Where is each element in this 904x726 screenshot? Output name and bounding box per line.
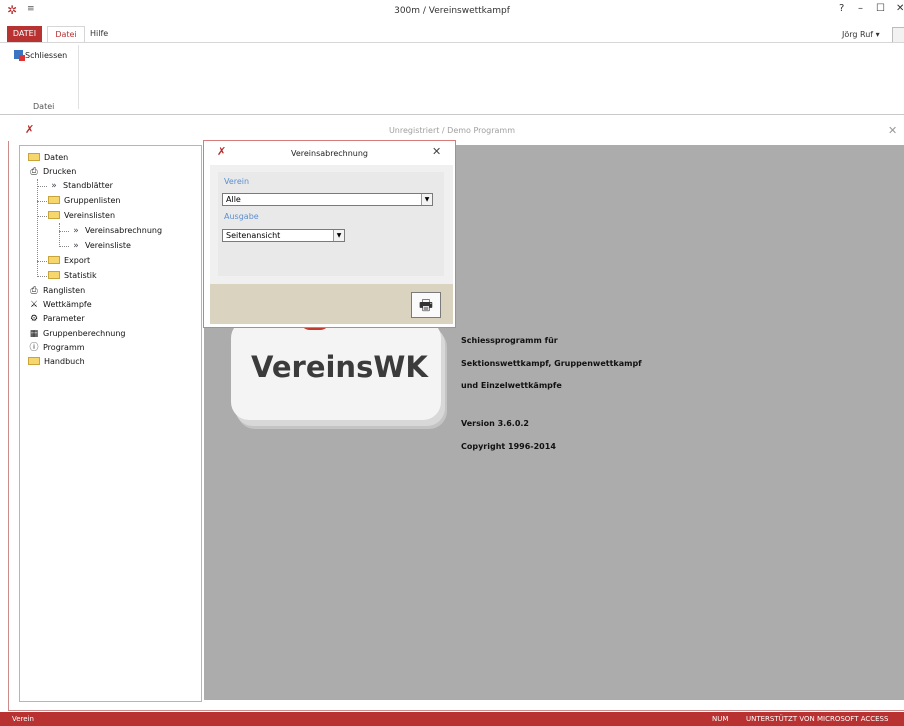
tree-label: Parameter xyxy=(43,314,85,323)
folder-icon xyxy=(28,153,40,161)
folder-icon xyxy=(28,357,40,365)
status-bar: Verein NUM UNTERSTÜTZT VON MICROSOFT ACC… xyxy=(0,712,904,726)
dialog-title: Vereinsabrechnung xyxy=(290,149,369,158)
chevron-down-icon[interactable]: ▼ xyxy=(421,194,432,205)
tree-connector xyxy=(37,201,47,202)
tree-item-vereinsabrechnung[interactable]: » Vereinsabrechnung xyxy=(70,225,162,237)
navigation-tree: Daten ⎙ Drucken » Standblätter Gruppenlist… xyxy=(19,145,202,702)
printer-icon: ⎙ xyxy=(30,286,38,296)
tree-item-vereinslisten[interactable]: Vereinslisten xyxy=(48,210,115,222)
calculator-icon: ▦ xyxy=(29,329,39,339)
tree-label: Vereinsabrechnung xyxy=(85,226,163,235)
ausgabe-label: Ausgabe xyxy=(224,212,259,221)
minimize-button[interactable]: – xyxy=(858,3,863,14)
verein-label: Verein xyxy=(224,177,250,186)
tree-item-gruppenberechnung[interactable]: ▦ Gruppenberechnung xyxy=(28,328,126,340)
ribbon-group-separator xyxy=(78,45,79,109)
folder-icon xyxy=(48,211,60,219)
tree-connector xyxy=(37,261,47,262)
report-arrow-icon: » xyxy=(51,181,57,191)
folder-icon xyxy=(48,196,60,204)
tree-item-handbuch[interactable]: Handbuch xyxy=(28,356,85,368)
report-arrow-icon: » xyxy=(73,226,79,236)
maximize-button[interactable]: ☐ xyxy=(876,3,885,14)
tree-label: Wettkämpfe xyxy=(43,300,92,309)
schliessen-button[interactable]: Schliessen xyxy=(14,50,68,61)
tree-connector xyxy=(59,246,69,247)
tree-label: Gruppenberechnung xyxy=(43,329,126,338)
verein-value: Alle xyxy=(226,195,241,204)
logo-text: VereinsWK xyxy=(251,350,428,384)
crossed-rifles-icon: ⚔ xyxy=(29,300,39,310)
tree-connector xyxy=(37,186,47,187)
folder-icon xyxy=(48,271,60,279)
help-button[interactable]: ? xyxy=(839,3,844,14)
tree-label: Ranglisten xyxy=(43,286,86,295)
status-num: NUM xyxy=(712,715,729,723)
close-document-button[interactable]: ✕ xyxy=(888,124,897,137)
report-arrow-icon: » xyxy=(73,241,79,251)
tree-item-ranglisten[interactable]: ⎙ Ranglisten xyxy=(28,285,85,297)
tree-connector xyxy=(59,231,69,232)
tree-item-daten[interactable]: Daten xyxy=(28,152,68,164)
avatar[interactable] xyxy=(892,27,904,43)
ribbon-panel xyxy=(0,42,904,115)
about-copyright: Copyright 1996-2014 xyxy=(461,442,556,451)
tree-label: Programm xyxy=(43,343,85,352)
tree-item-export[interactable]: Export xyxy=(48,255,90,267)
tree-connector xyxy=(37,216,47,217)
about-line-3: und Einzelwettkämpfe xyxy=(461,381,562,390)
dialog-close-button[interactable]: ✕ xyxy=(432,145,441,158)
tree-item-drucken[interactable]: ⎙ Drucken xyxy=(28,166,76,178)
ribbon-tabs: DATEI Datei Hilfe xyxy=(0,26,904,42)
folder-icon xyxy=(48,256,60,264)
schliessen-label: Schliessen xyxy=(25,51,68,60)
tree-label: Gruppenlisten xyxy=(64,196,121,205)
print-button[interactable]: 🖶 xyxy=(411,292,441,318)
tree-item-statistik[interactable]: Statistik xyxy=(48,270,97,282)
tree-label: Standblätter xyxy=(63,181,113,190)
tree-label: Handbuch xyxy=(44,357,85,366)
close-document-icon xyxy=(14,50,25,61)
tree-label: Daten xyxy=(44,153,69,162)
status-powered-by: UNTERSTÜTZT VON MICROSOFT ACCESS xyxy=(746,715,889,723)
tree-label: Vereinsliste xyxy=(85,241,131,250)
info-icon: ⓘ xyxy=(29,343,39,353)
tree-item-standblaetter[interactable]: » Standblätter xyxy=(48,180,113,192)
tree-label: Drucken xyxy=(43,167,77,176)
status-text: Verein xyxy=(12,715,34,723)
gear-icon: ⚙ xyxy=(29,314,39,324)
dialog-form xyxy=(218,172,444,276)
tree-connector xyxy=(37,276,47,277)
chevron-down-icon[interactable]: ▼ xyxy=(333,230,344,241)
registration-status: Unregistriert / Demo Programm xyxy=(388,126,516,135)
ausgabe-select[interactable]: Seitenansicht ▼ xyxy=(222,229,345,242)
about-version: Version 3.6.0.2 xyxy=(461,419,529,428)
printer-icon: ⎙ xyxy=(30,167,38,177)
user-account[interactable]: Jörg Ruf ▾ xyxy=(842,30,880,39)
window-title: 300m / Vereinswettkampf xyxy=(394,6,510,16)
about-line-2: Sektionswettkampf, Gruppenwettkampf xyxy=(461,359,642,368)
tree-label: Vereinslisten xyxy=(64,211,116,220)
tree-connector xyxy=(37,179,38,277)
tree-item-vereinsliste[interactable]: » Vereinsliste xyxy=(70,240,131,252)
close-window-button[interactable]: ✕ xyxy=(896,3,904,14)
tree-label: Statistik xyxy=(64,271,97,280)
about-line-1: Schiessprogramm für xyxy=(461,336,558,345)
printer-icon: 🖶 xyxy=(418,296,434,314)
tree-label: Export xyxy=(64,256,91,265)
tree-item-gruppenlisten[interactable]: Gruppenlisten xyxy=(48,195,120,207)
tree-item-wettkaempfe[interactable]: ⚔ Wettkämpfe xyxy=(28,299,92,311)
ausgabe-value: Seitenansicht xyxy=(226,231,281,240)
verein-select[interactable]: Alle ▼ xyxy=(222,193,433,206)
tree-item-parameter[interactable]: ⚙ Parameter xyxy=(28,313,85,325)
ribbon-group-label: Datei xyxy=(33,102,55,111)
tab-backstage-datei[interactable]: DATEI xyxy=(7,26,42,42)
tree-connector xyxy=(59,223,60,247)
tree-item-programm[interactable]: ⓘ Programm xyxy=(28,342,85,354)
tab-datei[interactable]: Datei xyxy=(47,26,85,42)
tab-hilfe[interactable]: Hilfe xyxy=(90,26,120,42)
